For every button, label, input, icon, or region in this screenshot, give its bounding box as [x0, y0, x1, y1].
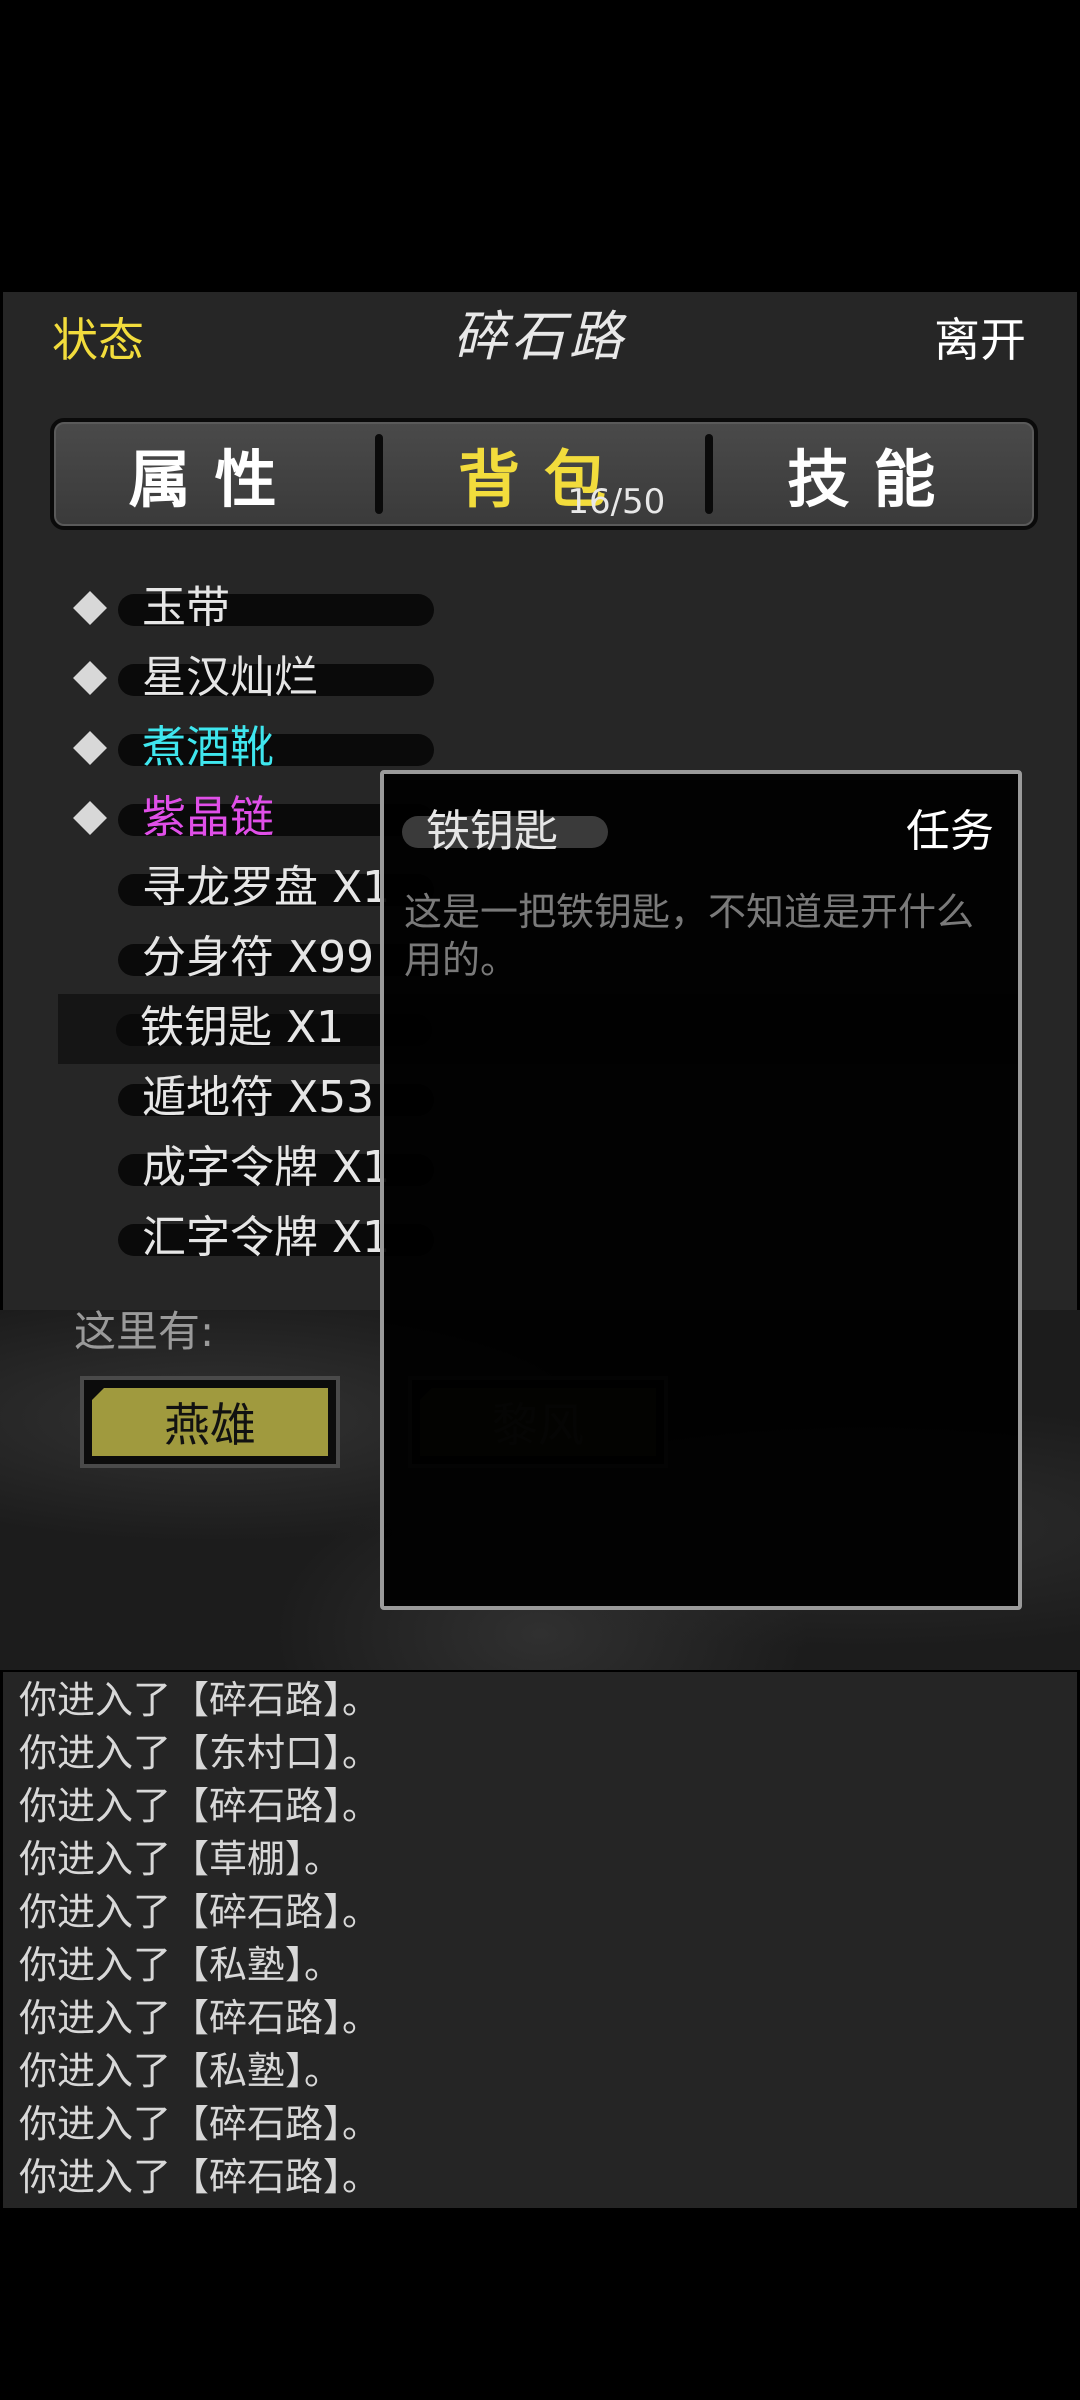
tab-attributes[interactable]: 属性: [54, 422, 375, 526]
here-label: 这里有:: [74, 1307, 215, 1356]
game-screen: 状态 碎石路 离开 属性 背包 16/50 技能 玉带 星汉灿烂 煮酒靴 紫晶链 寻龙罗…: [0, 0, 1080, 2400]
npc-button-yanxiong[interactable]: 燕雄: [80, 1376, 340, 1468]
log-line: 你进入了【草棚】。: [19, 1837, 343, 1881]
equipped-diamond-icon: [73, 731, 107, 765]
log-line: 你进入了【私塾】。: [19, 1943, 343, 1987]
tab-attributes-label: 属性: [128, 443, 301, 516]
leave-button[interactable]: 离开: [934, 310, 1026, 370]
inventory-item[interactable]: 星汉灿烂: [60, 644, 1010, 714]
tab-divider: [704, 434, 713, 514]
equipped-diamond-icon: [73, 801, 107, 835]
equipped-diamond-icon: [73, 591, 107, 625]
inventory-item-label: 星汉灿烂: [142, 652, 318, 703]
message-log[interactable]: 你进入了【碎石路】。 你进入了【东村口】。 你进入了【碎石路】。 你进入了【草棚】。你…: [3, 1672, 1077, 2208]
tab-divider: [375, 434, 384, 514]
inventory-item-label: 成字令牌 X1: [142, 1142, 391, 1193]
log-line: 你进入了【碎石路】。: [19, 2102, 381, 2146]
tab-skills-label: 技能: [787, 443, 960, 516]
inventory-item-label: 铁钥匙 X1: [140, 1002, 345, 1053]
log-line: 你进入了【私塾】。: [19, 2049, 343, 2093]
npc-name: 燕雄: [92, 1388, 328, 1456]
tab-backpack[interactable]: 背包 16/50: [383, 422, 704, 526]
log-line: 你进入了【碎石路】。: [19, 2155, 381, 2199]
inventory-item-label: 紫晶链: [142, 792, 274, 843]
equipped-diamond-icon: [73, 661, 107, 695]
backpack-capacity: 16/50: [567, 482, 666, 522]
log-line: 你进入了【碎石路】。: [19, 1678, 381, 1722]
item-type: 任务: [906, 806, 994, 857]
log-line: 你进入了【碎石路】。: [19, 1996, 381, 2040]
location-title: 碎石路: [453, 305, 627, 368]
item-detail-popup[interactable]: 铁钥匙 任务 这是一把铁钥匙，不知道是开什么用的。: [380, 770, 1022, 1610]
inventory-item-label: 遁地符 X53: [142, 1072, 375, 1123]
log-line: 你进入了【碎石路】。: [19, 1784, 381, 1828]
log-line: 你进入了【碎石路】。: [19, 1890, 381, 1934]
inventory-item-label: 玉带: [142, 582, 230, 633]
tab-bar: 属性 背包 16/50 技能: [50, 418, 1038, 530]
item-name: 铁钥匙: [426, 806, 558, 857]
item-description: 这是一把铁钥匙，不知道是开什么用的。: [404, 890, 975, 982]
inventory-item[interactable]: 玉带: [60, 574, 1010, 644]
inventory-item-label: 汇字令牌 X1: [142, 1212, 391, 1263]
inventory-item-label: 寻龙罗盘 X1: [142, 862, 391, 913]
tab-skills[interactable]: 技能: [713, 422, 1034, 526]
inventory-item-label: 分身符 X99: [142, 932, 375, 983]
log-line: 你进入了【东村口】。: [19, 1731, 381, 1775]
inventory-item-label: 煮酒靴: [142, 722, 274, 773]
